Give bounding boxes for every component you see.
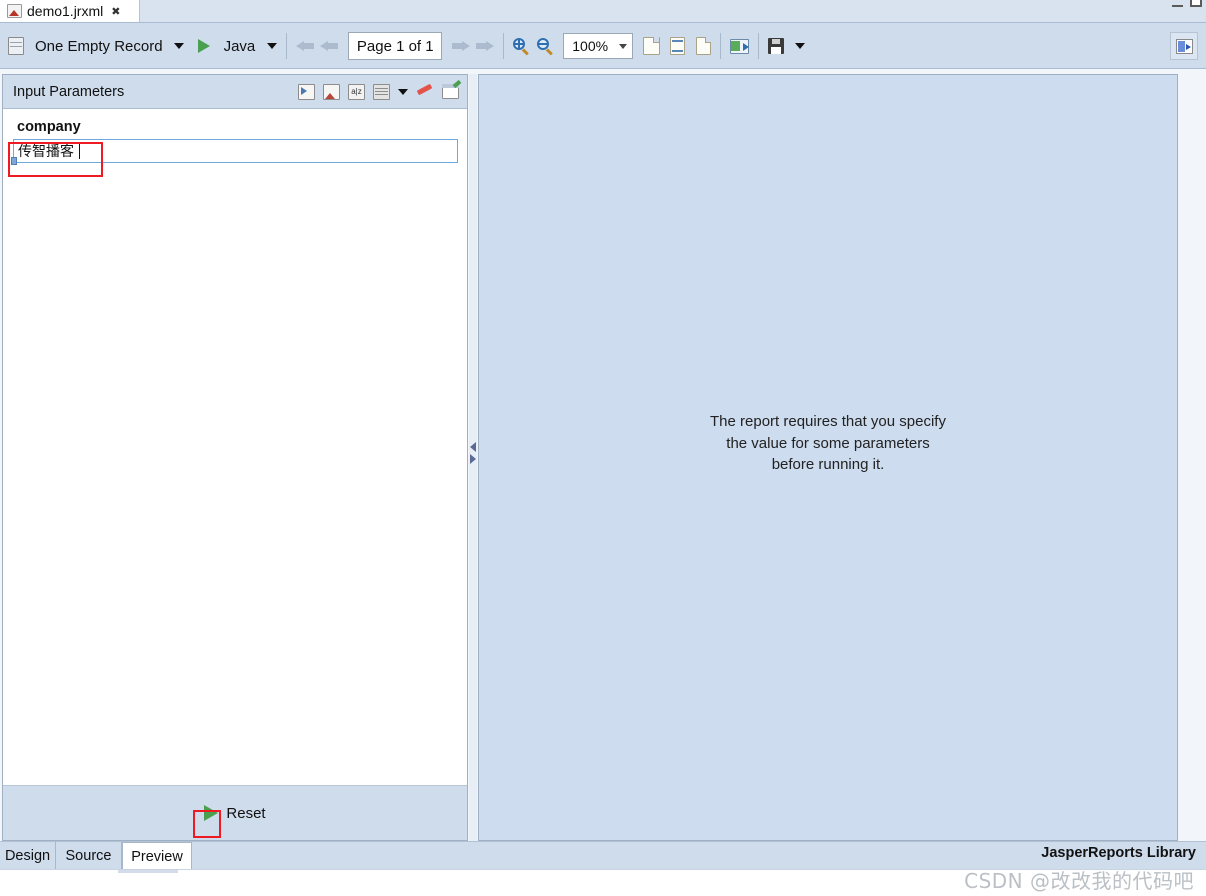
toolbar-divider: [758, 33, 760, 59]
reset-button-label[interactable]: Reset: [226, 805, 265, 822]
status-bar-marker: [118, 870, 178, 873]
jasperreports-library-status: JasperReports Library: [1041, 845, 1196, 861]
parameter-field-company-wrap: [11, 139, 458, 165]
datasource-selector[interactable]: One Empty Record: [8, 23, 184, 69]
actual-size-icon[interactable]: [696, 37, 712, 55]
page-indicator[interactable]: Page 1 of 1: [348, 32, 443, 60]
zoom-out-icon[interactable]: [537, 37, 554, 55]
fit-width-icon[interactable]: [670, 37, 686, 55]
reset-bar: Reset: [3, 785, 467, 840]
tab-source-label: Source: [65, 848, 112, 864]
save-icon[interactable]: [768, 38, 785, 54]
zoom-level-value: 100%: [572, 38, 609, 54]
chevron-down-icon[interactable]: [267, 43, 278, 49]
save-chevron-down-icon[interactable]: [795, 43, 806, 49]
preview-message-line-1: The report requires that you specify: [710, 413, 946, 430]
preview-message-line-3: before running it.: [771, 456, 885, 473]
tab-source[interactable]: Source: [56, 842, 122, 870]
input-parameters-header: Input Parameters a|z: [3, 75, 467, 109]
input-parameters-panel: Input Parameters a|z company Reset: [2, 74, 468, 841]
load-parameters-icon[interactable]: [323, 83, 340, 100]
maximize-icon[interactable]: [1190, 0, 1202, 7]
page-indicator-label: Page 1 of 1: [356, 37, 434, 55]
editor-tab-demo1-jrxml[interactable]: demo1.jrxml ✖: [0, 0, 140, 22]
preview-message-line-2: the value for some parameters: [726, 434, 930, 452]
chevron-down-icon[interactable]: [173, 43, 184, 49]
toolbar-divider: [720, 33, 722, 59]
parameter-status-marker: [11, 157, 17, 165]
toolbar-divider: [503, 33, 505, 59]
previous-page-icon[interactable]: [320, 39, 340, 53]
zoom-in-icon[interactable]: [513, 37, 530, 55]
datasource-icon: [8, 37, 24, 55]
editor-mode-tabs: Design Source Preview JasperReports Libr…: [0, 841, 1206, 870]
parameters-menu-caret[interactable]: [398, 88, 408, 95]
language-selector[interactable]: Java: [224, 23, 278, 69]
run-report-button[interactable]: [197, 23, 210, 69]
sort-az-icon[interactable]: a|z: [348, 83, 365, 100]
parameters-table-icon[interactable]: [373, 83, 390, 100]
edit-dialog-icon[interactable]: [442, 79, 462, 99]
toolbar-divider: [286, 33, 288, 59]
tab-preview-label: Preview: [131, 848, 183, 865]
collapse-right-arrow[interactable]: [470, 454, 476, 464]
window-controls: [1172, 0, 1202, 7]
run-play-icon: [197, 39, 210, 53]
save-parameters-icon[interactable]: [298, 83, 315, 100]
toggle-panel-button[interactable]: [1170, 32, 1198, 60]
text-cursor: [79, 143, 80, 159]
clear-parameters-icon[interactable]: [416, 83, 434, 100]
panel-title: Input Parameters: [13, 83, 125, 100]
parameter-label-company: company: [17, 119, 81, 135]
preview-message: The report requires that you specify the…: [479, 411, 1177, 476]
export-icon[interactable]: [730, 38, 750, 54]
datasource-label: One Empty Record: [35, 37, 163, 55]
close-icon[interactable]: ✖: [111, 5, 120, 18]
editor-tab-label: demo1.jrxml: [27, 3, 104, 19]
first-page-icon[interactable]: [296, 39, 316, 53]
tab-design[interactable]: Design: [0, 842, 56, 870]
next-page-icon[interactable]: [450, 39, 471, 53]
jrxml-file-icon: [7, 4, 22, 18]
chevron-down-icon[interactable]: [619, 43, 628, 49]
toggle-panel-icon: [1175, 38, 1193, 54]
preview-toolbar: One Empty Record Java Page 1 of 1 100%: [0, 23, 1206, 69]
input-parameters-list: company: [3, 109, 467, 785]
language-label: Java: [223, 37, 256, 55]
tab-preview[interactable]: Preview: [122, 842, 192, 870]
zoom-level-select[interactable]: 100%: [563, 33, 634, 59]
fit-page-icon[interactable]: [643, 37, 661, 55]
editor-tab-strip: demo1.jrxml ✖: [0, 0, 1206, 23]
minimize-icon[interactable]: [1172, 4, 1183, 7]
reset-play-icon[interactable]: [204, 805, 219, 821]
splitter-collapse-controls[interactable]: [470, 440, 477, 466]
status-bar: [0, 869, 1206, 896]
last-page-icon[interactable]: [474, 39, 495, 53]
jaspersoft-studio-window: demo1.jrxml ✖ One Empty Record Java Page…: [0, 0, 1206, 896]
collapse-left-arrow[interactable]: [470, 442, 476, 452]
report-preview-area: The report requires that you specify the…: [478, 74, 1178, 841]
tab-design-label: Design: [4, 848, 51, 864]
